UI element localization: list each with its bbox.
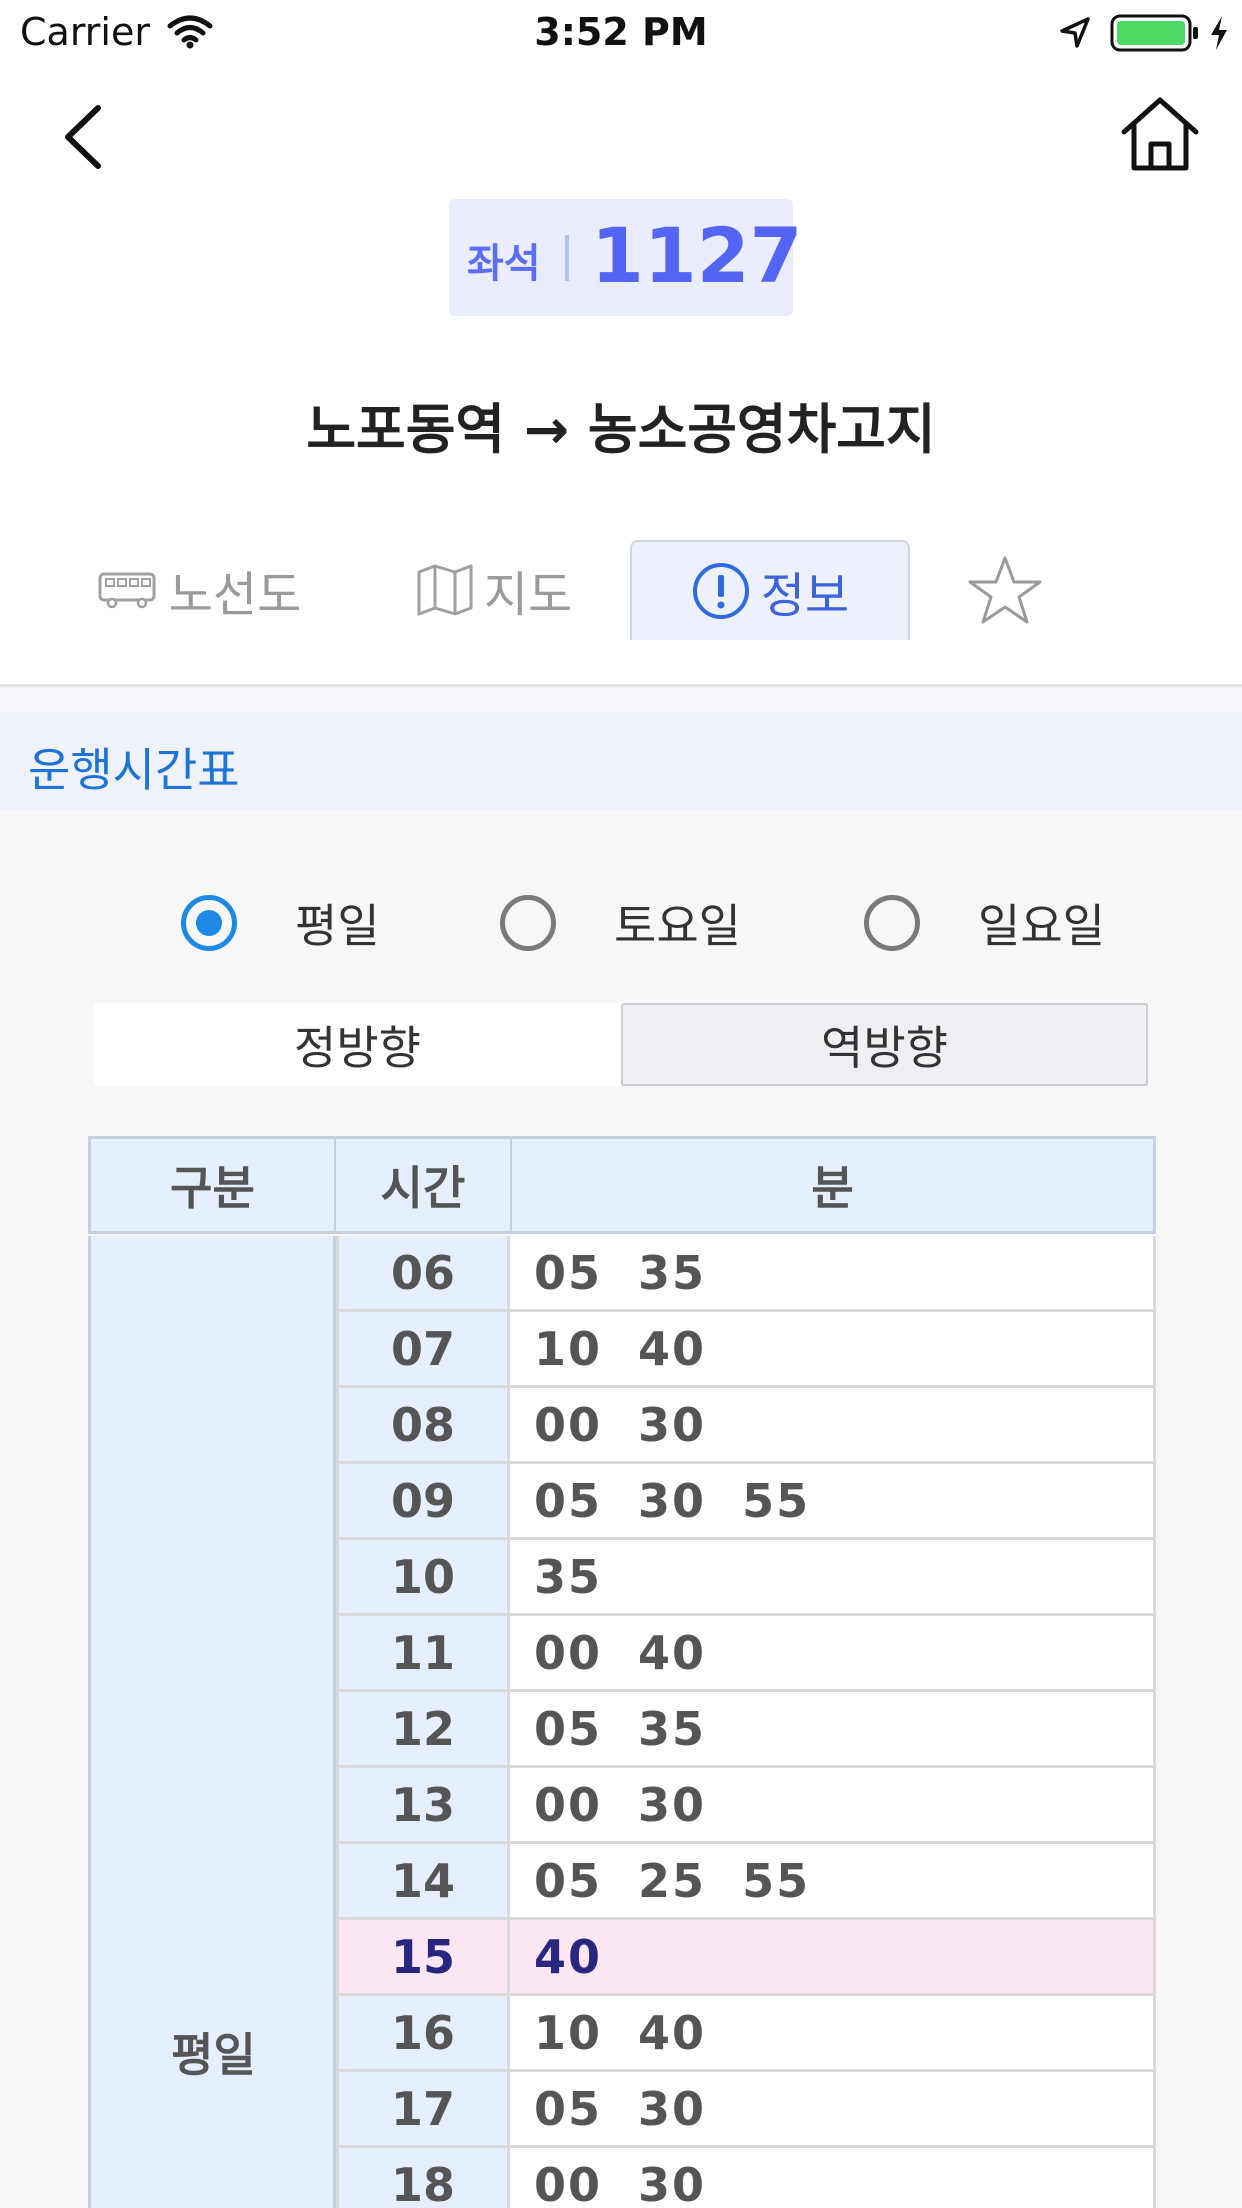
hour-cell: 06 — [336, 1236, 510, 1309]
battery-icon — [1110, 14, 1202, 56]
hour-cell: 09 — [336, 1464, 510, 1537]
radio-saturday-label: 토요일 — [614, 899, 741, 953]
charging-icon — [1208, 14, 1230, 56]
bus-type-label: 좌석 — [467, 241, 541, 287]
direction-reverse-tab[interactable]: 역방향 — [621, 1003, 1148, 1086]
minutes-cell: 05 25 55 — [510, 1844, 1156, 1917]
column-header-minute: 분 — [811, 1161, 854, 1215]
table-row: 09 05 30 55 — [336, 1464, 1156, 1540]
hour-cell: 14 — [336, 1844, 510, 1917]
route-number: 1127 — [591, 211, 803, 300]
table-row: 16 10 40 — [336, 1996, 1156, 2072]
map-icon — [417, 564, 473, 616]
timetable-section-header: 운행시간표 — [0, 712, 1242, 810]
minutes-cell: 05 30 — [510, 2072, 1156, 2145]
minutes-cell: 10 40 — [510, 1996, 1156, 2069]
badge-divider — [565, 235, 569, 281]
minutes-cell: 40 — [510, 1920, 1156, 1993]
section-title: 운행시간표 — [28, 743, 240, 797]
hour-cell: 16 — [336, 1996, 510, 2069]
table-row: 12 05 35 — [336, 1692, 1156, 1768]
tab-route-map-label: 노선도 — [168, 567, 302, 623]
category-label: 평일 — [171, 2028, 256, 2082]
table-row-current: 15 40 — [336, 1920, 1156, 1996]
radio-selected-icon — [181, 895, 237, 951]
hour-cell: 13 — [336, 1768, 510, 1841]
column-header-category: 구분 — [91, 1139, 336, 1231]
hour-cell: 10 — [336, 1540, 510, 1613]
tab-info[interactable]: 정보 — [630, 540, 910, 640]
column-header-hour: 시간 — [336, 1139, 512, 1231]
clock: 3:52 PM — [534, 10, 708, 54]
tab-map[interactable]: 지도 — [404, 540, 584, 640]
radio-unselected-icon — [864, 895, 920, 951]
table-row: 08 00 30 — [336, 1388, 1156, 1464]
hour-cell: 17 — [336, 2072, 510, 2145]
home-button[interactable] — [1118, 92, 1202, 176]
table-row: 17 05 30 — [336, 2072, 1156, 2148]
tab-bar: 노선도 지도 정보 — [0, 540, 1242, 640]
hour-cell: 07 — [336, 1312, 510, 1385]
table-row: 07 10 40 — [336, 1312, 1156, 1388]
radio-weekday-label: 평일 — [295, 899, 380, 953]
minutes-cell: 05 35 — [510, 1236, 1156, 1309]
table-row: 18 00 30 — [336, 2148, 1156, 2208]
minutes-cell: 00 30 — [510, 2148, 1156, 2208]
hour-cell: 18 — [336, 2148, 510, 2208]
favorite-button[interactable] — [960, 540, 1060, 640]
radio-saturday[interactable]: 토요일 — [500, 890, 741, 956]
route-badge: 좌석 1127 — [449, 199, 803, 316]
category-cell: 평일 — [88, 1236, 336, 2208]
bus-icon — [98, 572, 156, 609]
chevron-left-icon — [65, 105, 101, 169]
minutes-cell: 05 30 55 — [510, 1464, 1156, 1537]
hour-cell: 08 — [336, 1388, 510, 1461]
status-bar: Carrier 3:52 PM — [0, 0, 1242, 66]
star-icon — [968, 556, 1042, 624]
minutes-cell: 35 — [510, 1540, 1156, 1613]
table-row: 14 05 25 55 — [336, 1844, 1156, 1920]
radio-unselected-icon — [500, 895, 556, 951]
table-row: 13 00 30 — [336, 1768, 1156, 1844]
radio-weekday[interactable]: 평일 — [181, 890, 380, 956]
timetable-header: 구분 시간 분 — [88, 1136, 1156, 1234]
minutes-cell: 10 40 — [510, 1312, 1156, 1385]
hour-cell: 11 — [336, 1616, 510, 1689]
home-icon — [1121, 97, 1199, 171]
minutes-cell: 00 30 — [510, 1388, 1156, 1461]
table-row: 10 35 — [336, 1540, 1156, 1616]
content-top-edge — [0, 687, 1242, 713]
table-row: 11 00 40 — [336, 1616, 1156, 1692]
back-button[interactable] — [52, 92, 122, 182]
hour-cell: 12 — [336, 1692, 510, 1765]
info-icon — [692, 563, 749, 619]
tab-map-label: 지도 — [483, 567, 573, 623]
radio-sunday[interactable]: 일요일 — [864, 890, 1105, 956]
tab-info-label: 정보 — [760, 568, 850, 624]
table-row: 06 05 35 — [336, 1236, 1156, 1312]
tab-route-map[interactable]: 노선도 — [84, 540, 314, 640]
minutes-cell: 00 30 — [510, 1768, 1156, 1841]
minutes-cell: 05 35 — [510, 1692, 1156, 1765]
radio-sunday-label: 일요일 — [978, 899, 1105, 953]
minutes-cell: 00 40 — [510, 1616, 1156, 1689]
hour-cell: 15 — [336, 1920, 510, 1993]
location-arrow-icon — [1058, 16, 1092, 54]
route-title: 노포동역 → 농소공영차고지 — [306, 398, 936, 461]
direction-tabs: 정방향 역방향 — [94, 1003, 1148, 1086]
direction-forward-tab[interactable]: 정방향 — [94, 1003, 621, 1086]
